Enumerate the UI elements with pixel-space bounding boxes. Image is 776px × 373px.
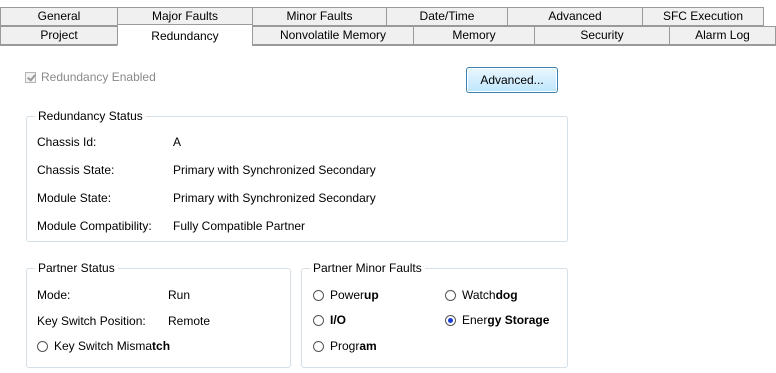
radio-icon <box>313 314 324 326</box>
fault-watchdog-label-suffix: dog <box>495 288 518 302</box>
tab-alarm-log[interactable]: Alarm Log <box>669 26 776 45</box>
fault-energy-storage-label-suffix: gy Storage <box>487 313 550 327</box>
module-state-label: Module State: <box>37 191 112 205</box>
redundancy-status-title: Redundancy Status <box>35 108 146 124</box>
key-switch-mismatch-label-prefix: Key Switch Misma <box>54 339 153 353</box>
fault-energy-storage-label-prefix: Ener <box>462 313 488 327</box>
fault-watchdog-label-prefix: Watch <box>462 288 496 302</box>
tab-project[interactable]: Project <box>0 26 117 45</box>
chassis-state-value: Primary with Synchronized Secondary <box>173 163 376 177</box>
tab-sfc-execution[interactable]: SFC Execution <box>642 7 764 26</box>
fault-io-indicator: I/O <box>313 313 346 327</box>
radio-icon <box>313 340 324 352</box>
key-switch-mismatch-indicator: Key Switch Misma tch <box>37 339 170 353</box>
tab-row-bottom: Project Redundancy Nonvolatile Memory Me… <box>0 24 776 46</box>
fault-watchdog-indicator: Watch dog <box>445 288 518 302</box>
advanced-button[interactable]: Advanced... <box>466 67 558 93</box>
fault-program-label-suffix: am <box>359 339 377 353</box>
module-state-value: Primary with Synchronized Secondary <box>173 191 376 205</box>
mode-label: Mode: <box>37 288 71 302</box>
radio-icon <box>445 289 456 301</box>
radio-icon <box>313 289 324 301</box>
tab-redundancy[interactable]: Redundancy <box>117 24 252 46</box>
fault-powerup-indicator: Power up <box>313 288 379 302</box>
chassis-id-value: A <box>173 135 182 149</box>
chassis-state-label: Chassis State: <box>37 163 115 177</box>
fault-powerup-label-prefix: Power <box>330 288 365 302</box>
radio-icon <box>37 340 48 352</box>
key-switch-position-value: Remote <box>168 314 211 328</box>
redundancy-enabled-checkbox[interactable]: Redundancy Enabled <box>25 69 156 85</box>
key-switch-position-label: Key Switch Position: <box>37 314 146 328</box>
partner-minor-faults-title: Partner Minor Faults <box>310 260 425 276</box>
tab-nonvolatile-memory[interactable]: Nonvolatile Memory <box>252 26 413 45</box>
tab-advanced[interactable]: Advanced <box>507 7 642 26</box>
mode-value: Run <box>168 288 191 302</box>
fault-energy-storage-indicator: Ener gy Storage <box>445 313 549 327</box>
module-compatibility-value: Fully Compatible Partner <box>173 219 306 233</box>
key-switch-mismatch-label-suffix: tch <box>152 339 171 353</box>
checkbox-check-icon <box>25 71 36 83</box>
tab-date-time[interactable]: Date/Time <box>386 7 507 26</box>
fault-program-label-prefix: Progr <box>330 339 360 353</box>
partner-status-title: Partner Status <box>35 260 118 276</box>
fault-io-label-suffix: I/O <box>330 313 347 327</box>
module-compatibility-label: Module Compatibility: <box>37 219 152 233</box>
tab-general[interactable]: General <box>0 7 117 26</box>
fault-program-indicator: Progr am <box>313 339 377 353</box>
tab-minor-faults[interactable]: Minor Faults <box>252 7 386 26</box>
tab-memory[interactable]: Memory <box>413 26 534 45</box>
chassis-id-label: Chassis Id: <box>37 135 97 149</box>
tab-security[interactable]: Security <box>534 26 669 45</box>
tab-row-top: General Major Faults Minor Faults Date/T… <box>0 7 764 26</box>
radio-selected-icon <box>445 314 456 326</box>
redundancy-enabled-label: Redundancy Enabled <box>41 70 156 84</box>
fault-powerup-label-suffix: up <box>364 288 379 302</box>
